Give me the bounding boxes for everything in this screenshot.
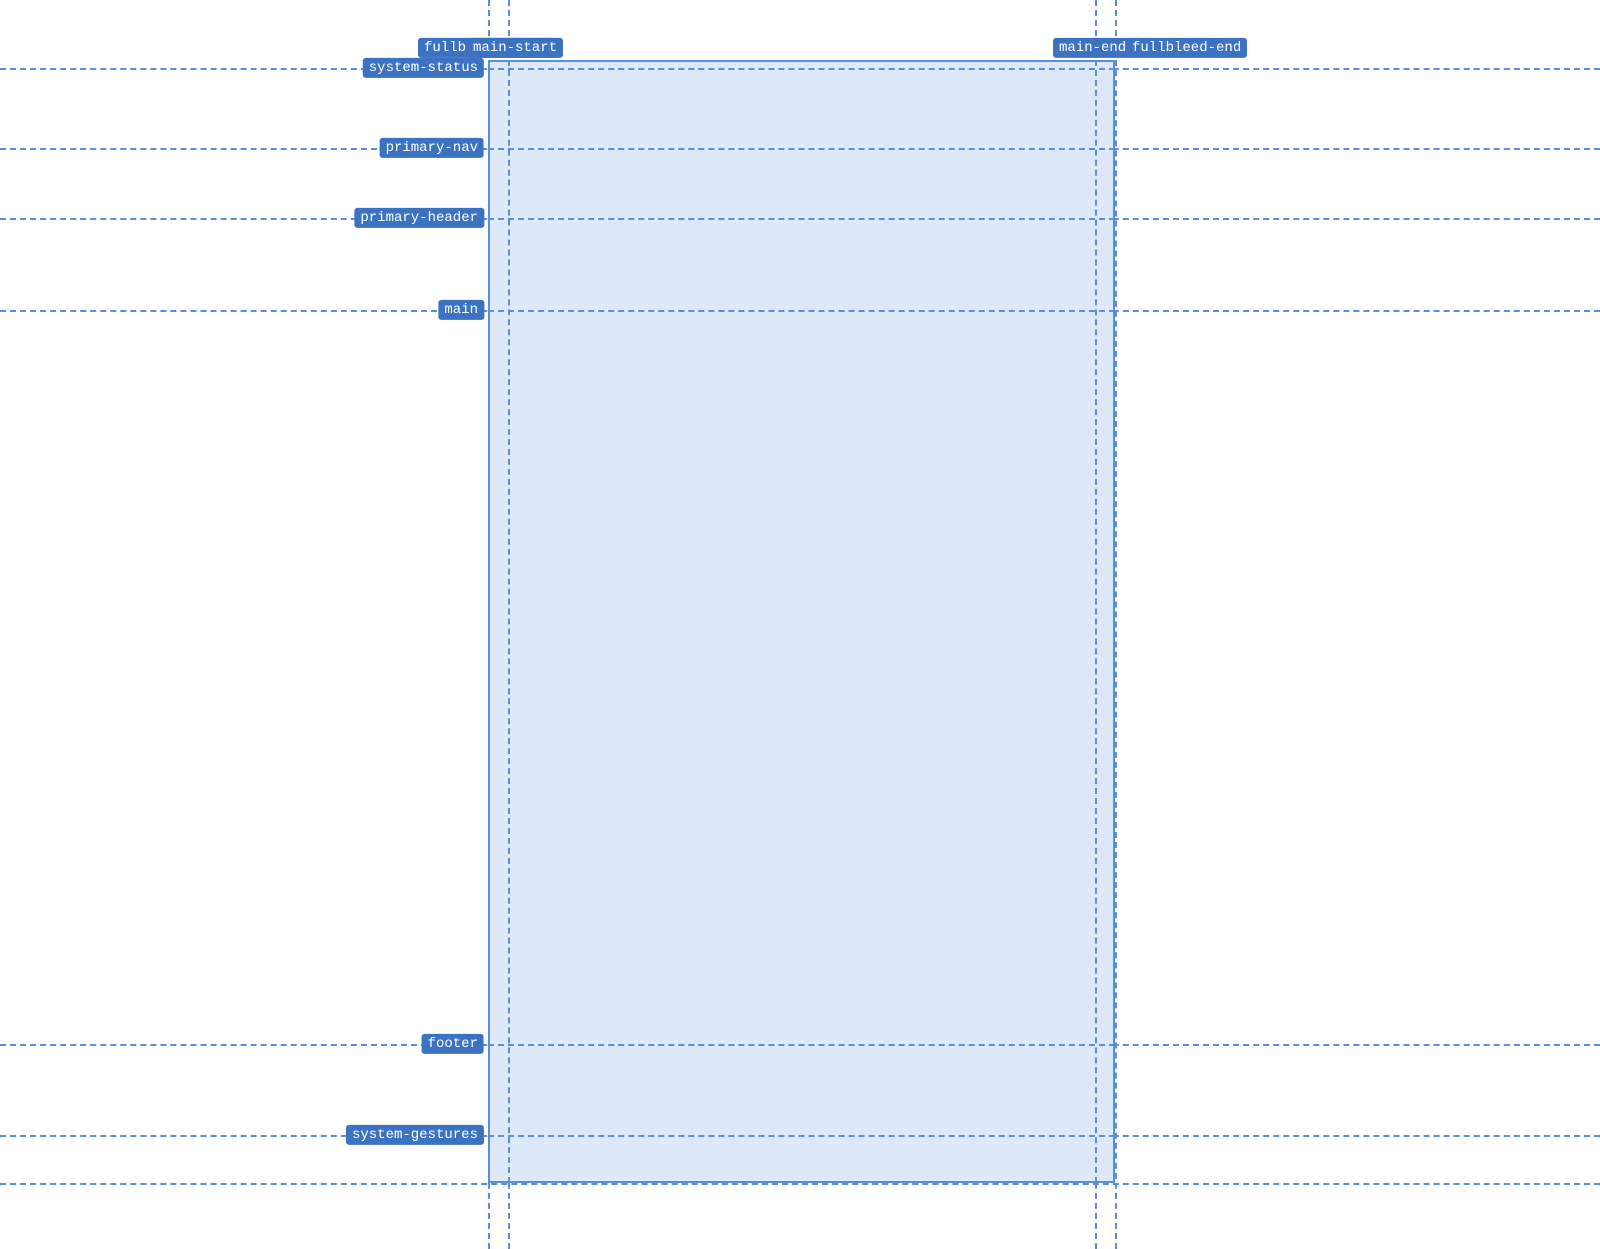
col-line-main-end-overlay	[1095, 60, 1097, 1183]
label-fullbleed-end: fullbleed-end	[1126, 38, 1247, 58]
row-line-primary-nav-overlay	[488, 148, 1115, 150]
row-line-footer-overlay	[488, 1044, 1115, 1046]
label-main-start: main-start	[467, 38, 563, 58]
label-main: main	[438, 300, 484, 320]
label-footer: footer	[422, 1034, 484, 1054]
label-primary-header: primary-header	[354, 208, 484, 228]
grid-area-highlight	[488, 60, 1115, 1183]
row-line-system-gestures-overlay	[488, 1135, 1115, 1137]
grid-diagram: fullbleed-start main-start main-end full…	[0, 0, 1600, 1249]
col-line-fullbleed-end	[1115, 0, 1117, 1249]
col-line-main-start-overlay	[508, 60, 510, 1183]
label-main-end: main-end	[1053, 38, 1132, 58]
label-system-gestures: system-gestures	[346, 1125, 484, 1145]
row-line-primary-header-overlay	[488, 218, 1115, 220]
label-primary-nav: primary-nav	[380, 138, 484, 158]
row-line-system-status-overlay	[488, 68, 1115, 70]
label-system-status: system-status	[363, 58, 484, 78]
row-line-bottom	[0, 1183, 1600, 1185]
row-line-main-overlay	[488, 310, 1115, 312]
